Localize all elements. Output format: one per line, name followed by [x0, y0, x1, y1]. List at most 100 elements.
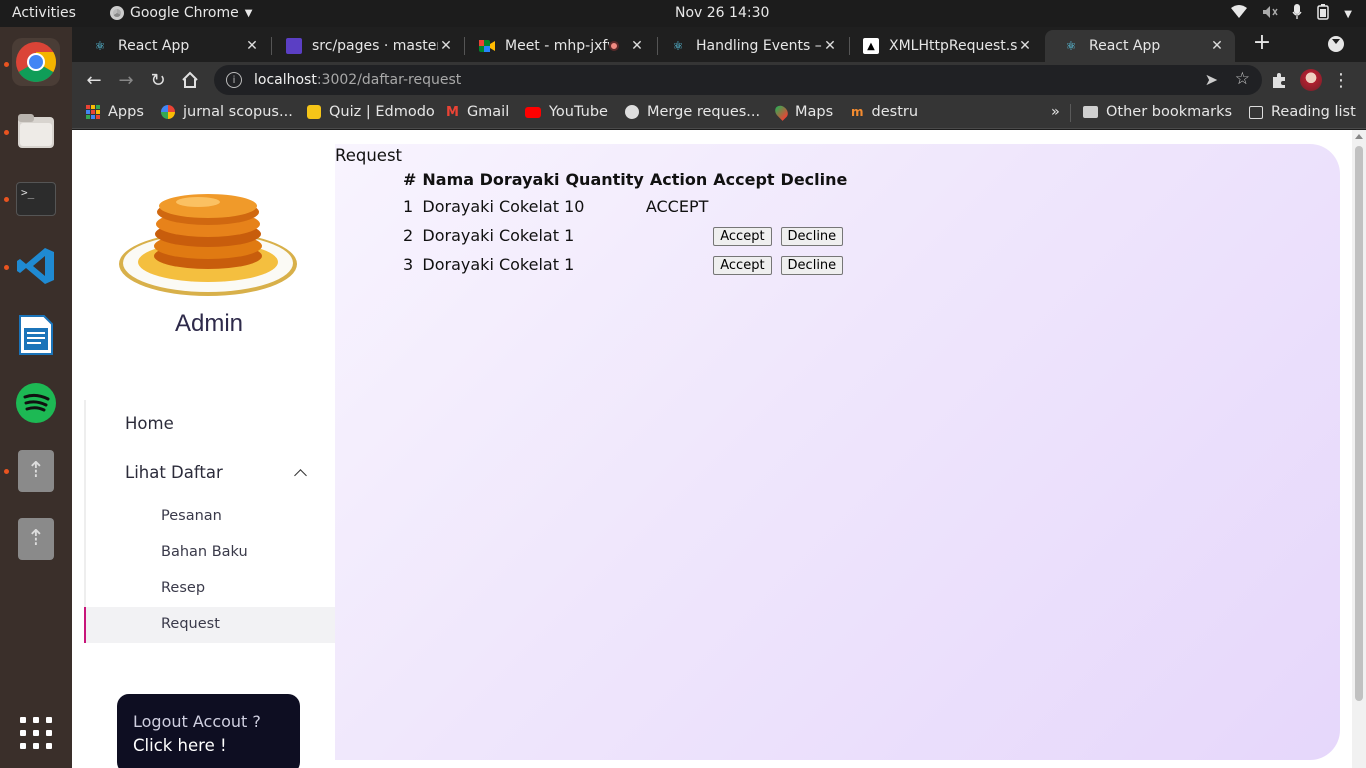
nav-request[interactable]: Request [84, 607, 335, 643]
bookmark-gmail[interactable]: M Gmail [446, 104, 509, 120]
back-button[interactable]: ← [83, 69, 105, 91]
chrome-icon [110, 6, 124, 20]
bookmarks-bar: Apps jurnal scopus... Quiz | Edmodo M Gm… [72, 98, 1366, 129]
decline-button[interactable]: Decline [780, 256, 844, 275]
address-bar[interactable]: i localhost:3002/daftar-request ➤ ☆ [214, 65, 1262, 95]
usb-drive-launcher-2[interactable]: ⇡ [12, 515, 60, 563]
page-scrollbar[interactable] [1352, 130, 1366, 768]
info-icon[interactable]: i [226, 72, 242, 88]
bookmark-jurnal-scopus[interactable]: jurnal scopus... [161, 104, 293, 120]
system-tray[interactable]: ▼ [1230, 4, 1352, 24]
row-qty: 1 [564, 226, 575, 245]
row-accept-cell: Accept [711, 251, 776, 278]
column-header: Quantity [565, 170, 644, 189]
nav-bahan-baku[interactable]: Bahan Baku [86, 544, 335, 560]
extensions-button[interactable] [1268, 69, 1290, 91]
chrome-menu-button[interactable]: ⋮ [1330, 69, 1352, 91]
close-icon[interactable]: ✕ [438, 38, 454, 54]
home-button[interactable] [179, 69, 201, 91]
close-icon[interactable]: ✕ [822, 38, 838, 54]
scroll-up-arrow-icon[interactable] [1355, 134, 1363, 139]
bookmark-destru[interactable]: m destru [851, 104, 918, 120]
close-icon[interactable]: ✕ [244, 38, 260, 54]
tab-meet[interactable]: Meet - mhp-jxfv ✕ [461, 30, 655, 62]
scrollbar-thumb[interactable] [1355, 146, 1363, 701]
close-icon[interactable]: ✕ [1209, 38, 1225, 54]
accept-button[interactable]: Accept [713, 227, 772, 246]
apps-grid-icon [86, 105, 100, 119]
url-path: :3002/daftar-request [316, 72, 462, 88]
react-icon: ⚛ [94, 39, 106, 53]
bookmark-label: Quiz | Edmodo [329, 104, 435, 120]
bookmark-label: Other bookmarks [1106, 104, 1233, 120]
nav-lihat-daftar[interactable]: Lihat Daftar [86, 463, 335, 482]
tab-handling-events[interactable]: ⚛ Handling Events – R ✕ [652, 30, 848, 62]
logout-question: Logout Accout ? [133, 712, 261, 731]
nav-pesanan[interactable]: Pesanan [86, 508, 335, 524]
reload-button[interactable]: ↻ [147, 69, 169, 91]
system-menu-caret-icon: ▼ [1344, 8, 1352, 20]
bookmark-other[interactable]: Other bookmarks [1083, 104, 1232, 120]
clock[interactable]: Nov 26 14:30 [675, 5, 769, 21]
forward-button[interactable]: → [115, 69, 137, 91]
bookmark-youtube[interactable]: YouTube [525, 104, 608, 120]
running-indicator [4, 130, 9, 135]
row-qty: 1 [564, 255, 575, 274]
bookmarks-overflow-button[interactable]: » [1051, 104, 1060, 120]
show-applications-button[interactable] [12, 709, 60, 757]
tab-title: XMLHttpRequest.s [889, 38, 1017, 54]
maps-pin-icon [772, 103, 791, 121]
activities-button[interactable]: Activities [12, 5, 76, 21]
bookmark-label: Apps [108, 104, 144, 120]
tab-xmlhttprequest[interactable]: ▲ XMLHttpRequest.s ✕ [845, 30, 1043, 62]
decline-button[interactable]: Decline [780, 227, 844, 246]
usb-drive-icon: ⇡ [18, 518, 54, 560]
tab-search-button[interactable] [1328, 36, 1344, 52]
bookmark-apps[interactable]: Apps [86, 104, 144, 120]
row-number: 2 [403, 226, 414, 245]
logout-link[interactable]: Click here ! [133, 736, 300, 755]
accept-button[interactable]: Accept [713, 256, 772, 275]
close-icon[interactable]: ✕ [629, 38, 645, 54]
chrome-launcher[interactable] [12, 38, 60, 86]
reading-list-button[interactable]: Reading list [1249, 104, 1356, 120]
bookmark-maps[interactable]: Maps [772, 103, 833, 121]
logout-card[interactable]: Logout Accout ? Click here ! [117, 694, 300, 768]
usb-drive-launcher[interactable]: ⇡ [12, 447, 60, 495]
caret-down-icon: ▼ [244, 7, 253, 19]
vscode-launcher[interactable] [12, 242, 60, 290]
bookmark-merge-requests[interactable]: Merge reques... [625, 104, 760, 120]
nav-resep[interactable]: Resep [86, 580, 335, 596]
ubuntu-dock: >_ ⇡ ⇡ [0, 27, 72, 768]
tab-title: Meet - mhp-jxfv [505, 38, 609, 54]
send-icon[interactable]: ➤ [1205, 70, 1218, 89]
bookmark-label: destru [871, 104, 919, 120]
tab-title: Handling Events – R [696, 38, 822, 54]
close-icon[interactable]: ✕ [1017, 38, 1033, 54]
avatar [1300, 69, 1322, 91]
profile-button[interactable] [1300, 69, 1322, 91]
app-menu-label: Google Chrome [130, 5, 239, 21]
bookmark-quiz-edmodo[interactable]: Quiz | Edmodo [307, 104, 435, 120]
tab-react-app-1[interactable]: ⚛ React App ✕ [74, 30, 270, 62]
column-header: Action [649, 170, 708, 189]
usb-drive-icon: ⇡ [18, 450, 54, 492]
column-header: Nama Dorayaki [422, 170, 560, 189]
row-action [648, 222, 709, 249]
files-launcher[interactable] [12, 107, 60, 155]
app-menu[interactable]: Google Chrome ▼ [110, 5, 252, 21]
request-table: # Nama Dorayaki Quantity Action Accept D… [399, 166, 851, 280]
star-icon[interactable]: ☆ [1235, 69, 1250, 89]
tab-title: React App [118, 38, 190, 54]
writer-launcher[interactable] [12, 311, 60, 359]
tab-react-app-active[interactable]: ⚛ React App ✕ [1045, 30, 1235, 62]
new-tab-button[interactable]: + [1250, 32, 1274, 56]
url-host: localhost [254, 72, 317, 88]
system-top-bar: Activities Google Chrome ▼ Nov 26 14:30 … [0, 0, 1366, 27]
nav-home[interactable]: Home [86, 414, 335, 433]
spotify-launcher[interactable] [12, 379, 60, 427]
terminal-launcher[interactable]: >_ [12, 175, 60, 223]
row-item: Dorayaki Cokelat 10 [420, 193, 645, 220]
react-icon: ⚛ [672, 39, 684, 53]
tab-gitlab[interactable]: src/pages · master ✕ [268, 30, 464, 62]
